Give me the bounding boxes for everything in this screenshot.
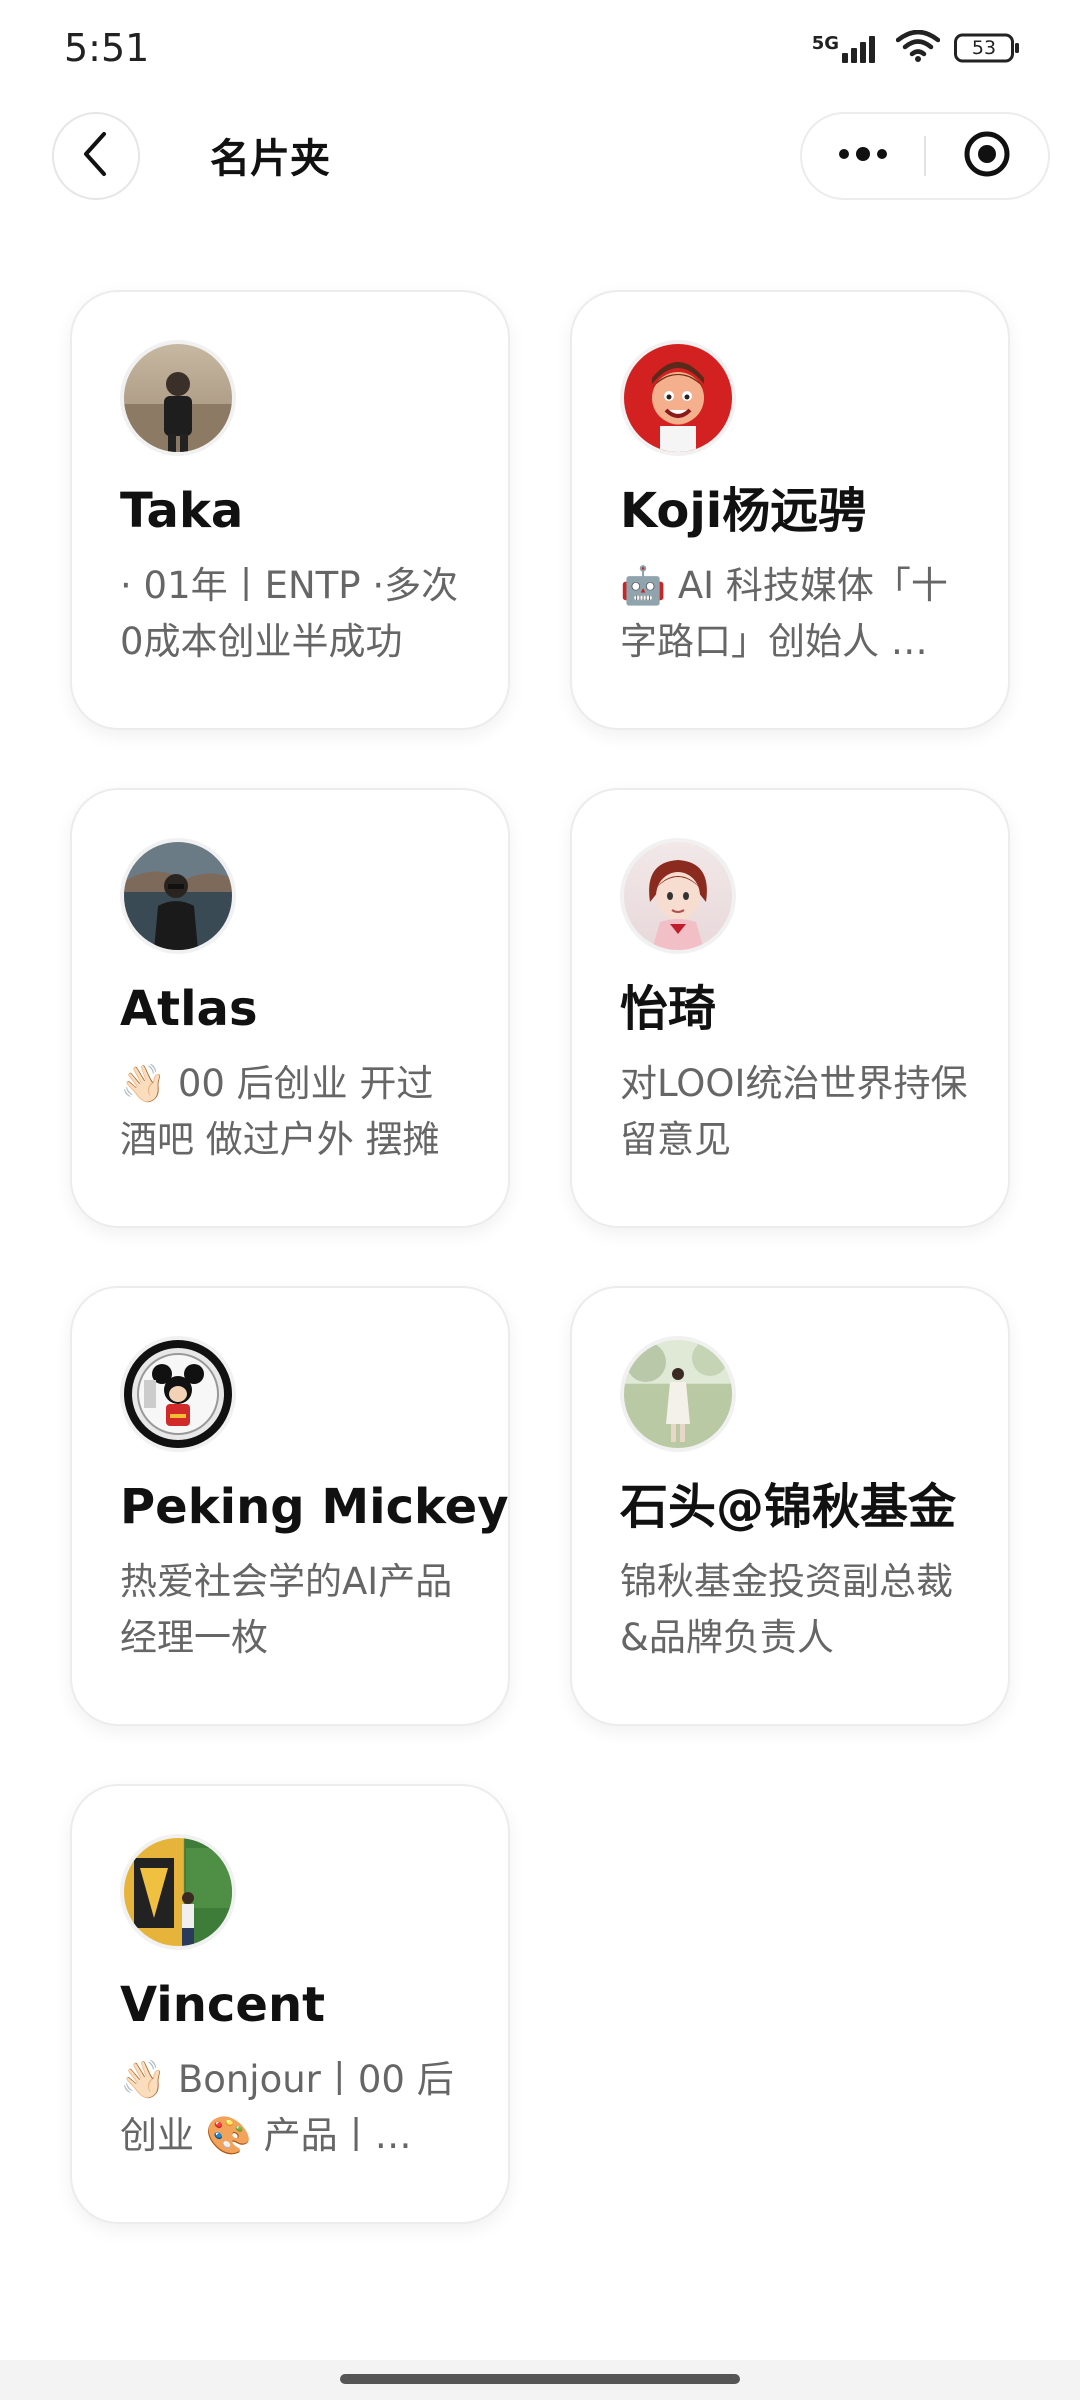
business-card-koji[interactable]: Koji杨远骋 🤖 AI 科技媒体「十字路口」创始人 … [570, 290, 1010, 730]
card-description: 对LOOI统治世界持保留意见 [620, 1062, 968, 1161]
business-card-vincent[interactable]: Vincent 👋🏻 Bonjour丨00 后创业 🎨 产品丨… [70, 1784, 510, 2224]
business-card-stone[interactable]: 石头@锦秋基金 锦秋基金投资副总裁&品牌负责人 [570, 1286, 1010, 1726]
status-icons: 5G 53 [812, 29, 1020, 66]
wifi-icon [895, 29, 941, 66]
card-name: 怡琦 [620, 981, 717, 1037]
home-indicator[interactable] [340, 2374, 740, 2384]
back-button[interactable] [52, 112, 140, 200]
more-dots-icon [835, 144, 891, 168]
close-miniprogram-button[interactable] [926, 114, 1048, 198]
header: 名片夹 [0, 108, 1080, 204]
stone-avatar [620, 1336, 736, 1452]
card-description: 锦秋基金投资副总裁&品牌负责人 [620, 1560, 953, 1659]
business-card-grid: Taka · 01年丨ENTP ·多次0成本创业半成功 Koji杨远骋 🤖 AI… [70, 290, 1010, 2224]
card-description: · 01年丨ENTP ·多次0成本创业半成功 [120, 564, 459, 663]
taka-avatar [120, 340, 236, 456]
card-name: Vincent [120, 1977, 326, 2033]
cellular-signal-icon: 5G [812, 33, 882, 63]
card-name: Taka [120, 483, 244, 539]
card-name: Atlas [120, 981, 258, 1037]
chevron-left-icon [76, 130, 116, 182]
business-card-atlas[interactable]: Atlas 👋🏻 00 后创业 开过酒吧 做过户外 摆摊 [70, 788, 510, 1228]
mickey-avatar [120, 1336, 236, 1452]
battery-icon: 53 [954, 33, 1020, 63]
status-bar: 5:51 5G 53 [0, 0, 1080, 100]
koji-avatar [620, 340, 736, 456]
card-description: 热爱社会学的AI产品经理一枚 [120, 1560, 453, 1659]
card-description: 👋🏻 00 后创业 开过酒吧 做过户外 摆摊 [120, 1062, 440, 1161]
card-name: 石头@锦秋基金 [620, 1479, 957, 1535]
business-card-peking-mickey[interactable]: Peking Mickey 热爱社会学的AI产品经理一枚 [70, 1286, 510, 1726]
mini-program-capsule [800, 112, 1050, 200]
status-time: 5:51 [64, 26, 150, 70]
business-card-taka[interactable]: Taka · 01年丨ENTP ·多次0成本创业半成功 [70, 290, 510, 730]
vincent-avatar [120, 1834, 236, 1950]
yiqi-avatar [620, 838, 736, 954]
atlas-avatar [120, 838, 236, 954]
card-name: Koji杨远骋 [620, 483, 867, 539]
network-type-label: 5G [811, 33, 839, 54]
card-description: 🤖 AI 科技媒体「十字路口」创始人 … [620, 564, 948, 663]
business-card-yiqi[interactable]: 怡琦 对LOOI统治世界持保留意见 [570, 788, 1010, 1228]
card-description: 👋🏻 Bonjour丨00 后创业 🎨 产品丨… [120, 2058, 454, 2157]
target-circle-icon [962, 129, 1012, 183]
page-title: 名片夹 [210, 136, 330, 182]
more-button[interactable] [802, 114, 924, 198]
card-name: Peking Mickey [120, 1479, 509, 1535]
battery-level: 53 [971, 37, 997, 59]
